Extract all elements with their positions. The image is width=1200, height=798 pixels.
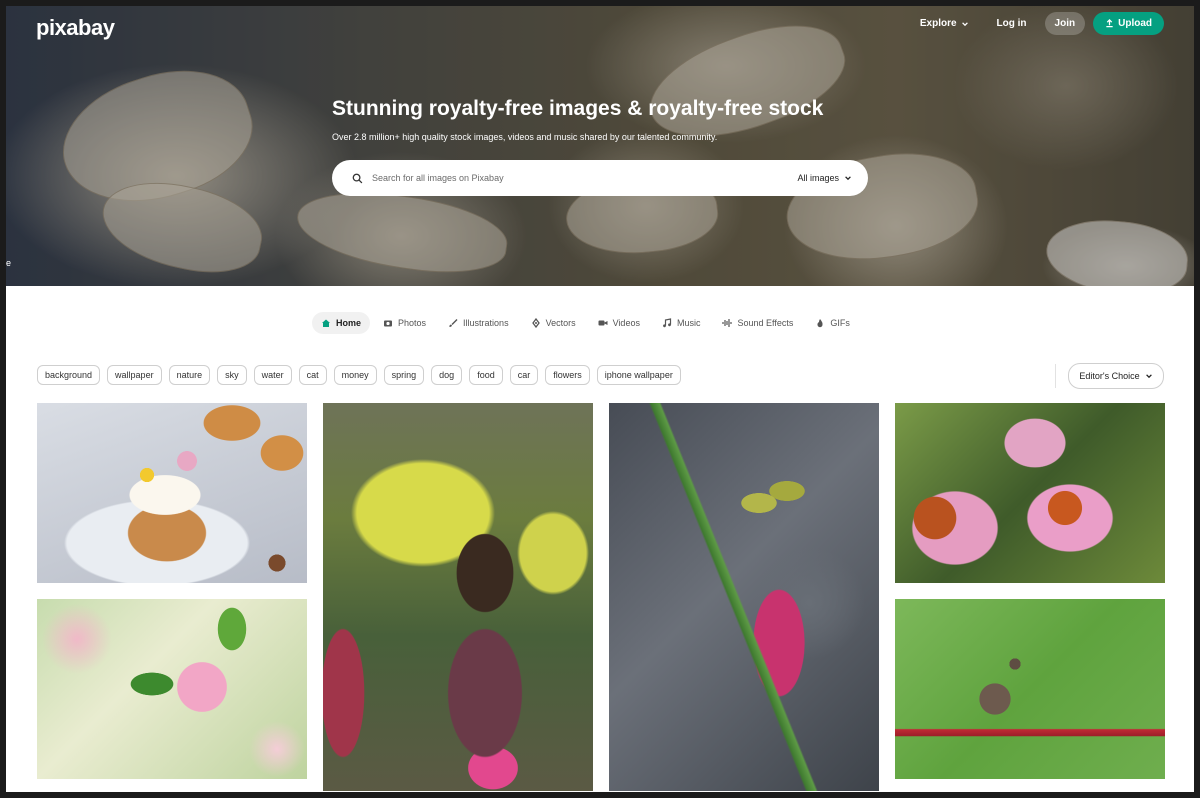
tab-label: Vectors [545, 318, 576, 328]
search-bar: All images [332, 160, 868, 196]
upload-label: Upload [1118, 18, 1152, 29]
waveform-icon [722, 318, 733, 328]
chip-dog[interactable]: dog [431, 365, 463, 385]
tab-sound-effects[interactable]: Sound Effects [713, 312, 802, 334]
tab-label: Music [676, 318, 701, 328]
brush-icon [448, 318, 458, 328]
hero-banner: pixabay Explore Log in Join Upload Stunn… [6, 6, 1194, 286]
image-coneflowers-with-bee[interactable] [895, 403, 1165, 583]
chip-water[interactable]: water [253, 365, 292, 385]
chip-wallpaper[interactable]: wallpaper [107, 365, 162, 385]
category-tabs: Home Photos Illustrations Vectors Videos… [312, 312, 859, 334]
image-cupcake-easter[interactable] [37, 403, 307, 583]
chips-divider [1055, 364, 1056, 388]
login-link[interactable]: Log in [987, 12, 1037, 35]
explore-menu[interactable]: Explore [910, 12, 979, 35]
pixabay-logo[interactable]: pixabay [36, 15, 115, 41]
tab-label: GIFs [830, 318, 850, 328]
hero-overlay [6, 6, 1194, 286]
image-bird-on-rail[interactable] [895, 599, 1165, 779]
tab-vectors[interactable]: Vectors [522, 312, 585, 334]
tab-label: Home [336, 318, 362, 328]
search-filter-dropdown[interactable]: All images [797, 173, 852, 183]
explore-label: Explore [919, 18, 957, 29]
hero-title: Stunning royalty-free images & royalty-f… [332, 97, 824, 120]
join-button[interactable]: Join [1044, 12, 1086, 35]
chip-sky[interactable]: sky [217, 365, 247, 385]
image-girl-with-flowers[interactable] [323, 403, 593, 791]
tag-chips: background wallpaper nature sky water ca… [37, 365, 681, 385]
tab-label: Videos [612, 318, 640, 328]
tab-label: Photos [398, 318, 427, 328]
tab-label: Illustrations [463, 318, 509, 328]
camera-icon [383, 318, 393, 328]
upload-button[interactable]: Upload [1093, 12, 1164, 35]
upload-icon [1106, 19, 1113, 28]
chevron-down-icon [961, 21, 968, 26]
sort-dropdown[interactable]: Editor's Choice [1068, 363, 1164, 389]
sort-label: Editor's Choice [1079, 371, 1140, 381]
chip-car[interactable]: car [509, 365, 539, 385]
hero-edge-text: e [6, 258, 12, 268]
pen-nib-icon [531, 318, 541, 328]
tab-home[interactable]: Home [312, 312, 371, 334]
chip-iphone-wallpaper[interactable]: iphone wallpaper [596, 365, 681, 385]
chip-cat[interactable]: cat [298, 365, 327, 385]
chip-flowers[interactable]: flowers [545, 365, 590, 385]
chip-background[interactable]: background [37, 365, 101, 385]
chip-spring[interactable]: spring [383, 365, 425, 385]
chevron-down-icon [1145, 374, 1152, 379]
image-sunbirds-on-flower[interactable] [609, 403, 879, 791]
image-pink-camellia[interactable] [37, 599, 307, 779]
tab-music[interactable]: Music [653, 312, 710, 334]
chip-money[interactable]: money [333, 365, 377, 385]
chip-food[interactable]: food [469, 365, 503, 385]
home-icon [321, 318, 331, 328]
chip-nature[interactable]: nature [168, 365, 211, 385]
tab-label: Sound Effects [737, 318, 794, 328]
music-icon [662, 318, 672, 328]
tab-gifs[interactable]: GIFs [806, 312, 859, 334]
search-filter-label: All images [797, 173, 839, 183]
chevron-down-icon [845, 176, 851, 181]
flame-icon [815, 318, 825, 328]
tab-photos[interactable]: Photos [374, 312, 435, 334]
search-input[interactable] [370, 172, 798, 184]
video-icon [598, 318, 608, 328]
search-icon [350, 171, 364, 185]
hero-subtitle: Over 2.8 million+ high quality stock ima… [332, 132, 718, 142]
tab-illustrations[interactable]: Illustrations [439, 312, 518, 334]
tab-videos[interactable]: Videos [589, 312, 649, 334]
top-nav: Explore Log in Join Upload [910, 12, 1164, 35]
page: pixabay Explore Log in Join Upload Stunn… [6, 6, 1194, 792]
